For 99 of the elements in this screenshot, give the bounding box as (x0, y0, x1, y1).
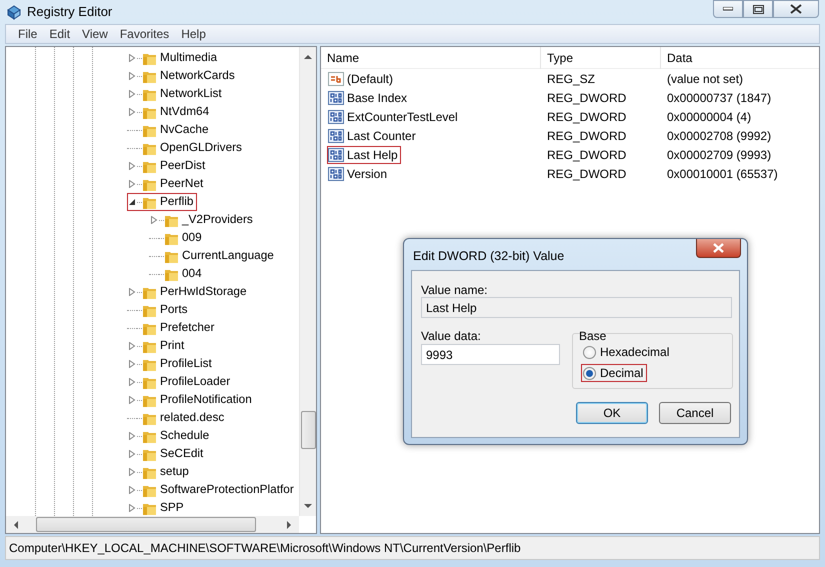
window-title: Registry Editor (27, 3, 112, 22)
value-data: 0x00000737 (1847) (666, 90, 772, 106)
expand-icon[interactable] (128, 180, 136, 188)
tree-item[interactable]: NetworkCards (160, 67, 235, 85)
tree-item[interactable]: _V2Providers (182, 211, 253, 229)
value-data: 0x00002709 (9993) (666, 146, 772, 164)
value-name[interactable]: Base Index (347, 88, 408, 106)
expand-icon[interactable] (128, 342, 136, 350)
field-label: Value name: (421, 282, 488, 299)
tree-item[interactable]: Prefetcher (160, 319, 214, 337)
expand-icon[interactable] (128, 54, 136, 62)
radio-option[interactable]: Hexadecimal (581, 343, 674, 361)
column-header[interactable]: Type (541, 46, 661, 68)
tree-item[interactable]: 004 (182, 265, 202, 283)
tree-item[interactable]: related.desc (160, 409, 224, 427)
value-data-field[interactable]: 9993 (421, 344, 560, 365)
tree-item[interactable]: NtVdm64 (160, 103, 210, 121)
tree-item[interactable]: Print (160, 337, 184, 355)
value-type: REG_DWORD (546, 166, 628, 182)
expand-icon[interactable] (128, 468, 136, 476)
binary-value-icon (328, 110, 344, 124)
value-type: REG_DWORD (546, 108, 628, 126)
close-icon (713, 243, 724, 253)
value-type: REG_DWORD (546, 128, 628, 144)
status-path: Computer\HKEY_LOCAL_MACHINE\SOFTWARE\Microsoft\Windows NT\CurrentVersion\Perflib (9, 540, 521, 557)
group-label: Base (579, 328, 606, 345)
tree-item[interactable]: SPP (160, 499, 184, 516)
binary-value-icon (328, 166, 344, 180)
tree-item[interactable]: 009 (182, 229, 202, 247)
value-data: (value not set) (666, 70, 744, 88)
tree-item[interactable]: ProfileNotification (160, 391, 252, 409)
column-header[interactable]: Data (661, 46, 819, 68)
menu-item[interactable]: Help (175, 25, 212, 43)
string-value-icon (328, 72, 344, 86)
value-name-field[interactable]: Last Help (421, 297, 732, 318)
expand-icon[interactable] (128, 432, 136, 440)
registry-editor-icon (6, 4, 22, 20)
expand-icon[interactable] (128, 108, 136, 116)
column-header[interactable]: Name (321, 46, 541, 68)
menu-item[interactable]: Edit (43, 25, 76, 43)
radio-option[interactable]: Decimal (581, 364, 648, 382)
vertical-scrollbar[interactable] (299, 47, 316, 516)
horizontal-scrollbar[interactable] (6, 516, 299, 533)
tree-item[interactable]: PerHwIdStorage (160, 283, 247, 301)
minimize-button[interactable] (713, 0, 743, 18)
tree-item[interactable]: Schedule (160, 427, 210, 445)
value-name[interactable]: ExtCounterTestLevel (347, 108, 458, 126)
expand-icon[interactable] (128, 486, 136, 494)
minimize-icon (723, 7, 733, 11)
expand-icon[interactable] (128, 288, 136, 296)
binary-value-icon (328, 148, 344, 162)
value-name[interactable]: (Default) (347, 70, 394, 88)
menu-item[interactable]: File (12, 25, 44, 43)
dialog-title: Edit DWORD (32-bit) Value (413, 248, 564, 265)
binary-value-icon (328, 90, 344, 104)
value-type: REG_DWORD (546, 90, 628, 106)
value-data: 0x00002708 (9992) (666, 128, 772, 144)
menu-item[interactable]: Favorites (114, 25, 176, 43)
tree-item[interactable]: Ports (160, 301, 188, 319)
tree-item[interactable]: SeCEdit (160, 445, 204, 463)
value-data: 0x00000004 (4) (666, 108, 752, 126)
expand-icon[interactable] (128, 162, 136, 170)
value-type: REG_SZ (546, 70, 596, 88)
tree-item[interactable]: CurrentLanguage (182, 247, 274, 265)
collapse-icon[interactable] (128, 198, 136, 206)
expand-icon[interactable] (128, 90, 136, 98)
value-type: REG_DWORD (546, 146, 628, 164)
field-label: Value data: (421, 328, 481, 345)
tree-item[interactable]: Multimedia (160, 49, 218, 67)
close-icon (790, 4, 802, 14)
cancel-button[interactable]: Cancel (659, 402, 731, 424)
close-button[interactable] (696, 239, 741, 258)
value-name[interactable]: Version (347, 164, 388, 182)
expand-icon[interactable] (128, 504, 136, 512)
value-name[interactable]: Last Help (347, 146, 398, 164)
tree-item[interactable]: NvCache (160, 121, 209, 139)
maximize-button[interactable] (743, 0, 773, 18)
expand-icon[interactable] (128, 72, 136, 80)
maximize-icon (752, 4, 764, 14)
tree-item[interactable]: PeerDist (160, 157, 206, 175)
ok-button[interactable]: OK (576, 402, 648, 424)
value-data: 0x00010001 (65537) (666, 166, 779, 182)
tree-item[interactable]: Perflib (160, 193, 194, 211)
tree-item[interactable]: ProfileLoader (160, 373, 230, 391)
expand-icon[interactable] (150, 216, 158, 224)
tree-item[interactable]: NetworkList (160, 85, 222, 103)
tree-item[interactable]: SoftwareProtectionPlatfor (160, 481, 294, 499)
expand-icon[interactable] (128, 360, 136, 368)
expand-icon[interactable] (128, 396, 136, 404)
tree-item[interactable]: ProfileList (160, 355, 212, 373)
expand-icon[interactable] (128, 450, 136, 458)
binary-value-icon (328, 128, 344, 142)
menu-item[interactable]: View (76, 25, 114, 43)
tree-item[interactable]: setup (160, 463, 189, 481)
tree-item[interactable]: PeerNet (160, 175, 204, 193)
close-button[interactable] (773, 0, 819, 18)
expand-icon[interactable] (128, 378, 136, 386)
tree-item[interactable]: OpenGLDrivers (160, 139, 242, 157)
value-name[interactable]: Last Counter (347, 126, 416, 144)
